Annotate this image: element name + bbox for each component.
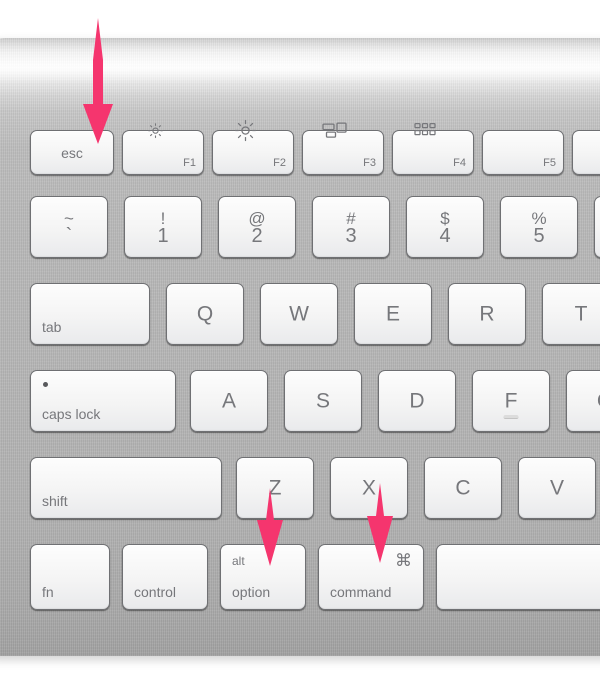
keyboard-chassis: esc F1 F2 F3 F4 F5 ~ ` ! 1 @ 2 # 3 $ 4 %… xyxy=(0,38,600,656)
key-4-lower: 4 xyxy=(439,225,451,247)
key-a-label: A xyxy=(221,389,236,413)
key-f6[interactable] xyxy=(572,130,600,175)
key-a[interactable]: A xyxy=(190,370,268,432)
key-q-label: Q xyxy=(196,302,214,326)
key-fn-label: fn xyxy=(42,584,54,600)
caps-lock-led-icon xyxy=(43,382,48,387)
key-shift[interactable]: shift xyxy=(30,457,222,519)
brightness-up-icon xyxy=(213,119,293,142)
key-z[interactable]: Z xyxy=(236,457,314,519)
key-z-label: Z xyxy=(268,476,282,500)
brightness-down-icon xyxy=(123,122,203,139)
key-1-lower: 1 xyxy=(157,225,169,247)
key-space[interactable] xyxy=(436,544,600,610)
key-caps-lock[interactable]: caps lock xyxy=(30,370,176,432)
key-f5-label: F5 xyxy=(543,157,556,169)
key-r[interactable]: R xyxy=(448,283,526,345)
keyboard-photo: esc F1 F2 F3 F4 F5 ~ ` ! 1 @ 2 # 3 $ 4 %… xyxy=(0,0,600,700)
key-c-label: C xyxy=(455,476,471,500)
key-option-label: option xyxy=(232,584,271,600)
key-f1-label: F1 xyxy=(183,157,196,169)
key-e[interactable]: E xyxy=(354,283,432,345)
home-row-bump-icon xyxy=(503,415,519,419)
key-4[interactable]: $ 4 xyxy=(406,196,484,258)
key-f4[interactable]: F4 xyxy=(392,123,474,175)
key-tab-label: tab xyxy=(42,319,62,335)
key-c[interactable]: C xyxy=(424,457,502,519)
key-f3[interactable]: F3 xyxy=(302,122,384,175)
key-f-label: F xyxy=(504,389,518,413)
key-command-label: command xyxy=(330,584,392,600)
key-caps-lock-label: caps lock xyxy=(42,406,101,422)
key-3[interactable]: # 3 xyxy=(312,196,390,258)
key-q[interactable]: Q xyxy=(166,283,244,345)
key-option-alt-label: alt xyxy=(232,554,245,568)
chassis-top-highlight xyxy=(0,38,600,96)
key-s-label: S xyxy=(315,389,330,413)
key-5-lower: 5 xyxy=(533,225,545,247)
key-r-label: R xyxy=(479,302,495,326)
key-w-label: W xyxy=(289,302,309,326)
key-fn[interactable]: fn xyxy=(30,544,110,610)
key-s[interactable]: S xyxy=(284,370,362,432)
key-x-label: X xyxy=(361,476,376,500)
key-5[interactable]: % 5 xyxy=(500,196,578,258)
key-tab[interactable]: tab xyxy=(30,283,150,345)
key-esc[interactable]: esc xyxy=(30,130,114,175)
key-g[interactable]: G xyxy=(566,370,600,432)
key-x[interactable]: X xyxy=(330,457,408,519)
key-backtick[interactable]: ~ ` xyxy=(30,196,108,258)
key-f3-label: F3 xyxy=(363,157,376,169)
key-d[interactable]: D xyxy=(378,370,456,432)
key-v[interactable]: V xyxy=(518,457,596,519)
mission-control-icon xyxy=(303,122,383,140)
key-v-label: V xyxy=(549,476,564,500)
key-command[interactable]: ⌘ command xyxy=(318,544,424,610)
key-f2[interactable]: F2 xyxy=(212,120,294,175)
key-control[interactable]: control xyxy=(122,544,208,610)
key-esc-label: esc xyxy=(61,144,83,161)
key-d-label: D xyxy=(409,389,425,413)
key-2-lower: 2 xyxy=(251,225,263,247)
key-f1[interactable]: F1 xyxy=(122,123,204,175)
key-f2-label: F2 xyxy=(273,157,286,169)
key-backtick-lower: ` xyxy=(65,225,73,247)
key-f5[interactable]: F5 xyxy=(482,130,564,175)
key-3-lower: 3 xyxy=(345,225,357,247)
key-option[interactable]: alt option xyxy=(220,544,306,610)
key-control-label: control xyxy=(134,584,177,600)
key-t-label: T xyxy=(574,302,588,326)
key-e-label: E xyxy=(385,302,400,326)
key-6[interactable] xyxy=(594,196,600,258)
key-f[interactable]: F xyxy=(472,370,550,432)
key-t[interactable]: T xyxy=(542,283,600,345)
key-2[interactable]: @ 2 xyxy=(218,196,296,258)
key-w[interactable]: W xyxy=(260,283,338,345)
launchpad-icon xyxy=(393,123,473,139)
key-f4-label: F4 xyxy=(453,157,466,169)
key-shift-label: shift xyxy=(42,493,68,509)
key-g-label: G xyxy=(567,391,600,412)
command-symbol-icon: ⌘ xyxy=(395,551,412,570)
key-1[interactable]: ! 1 xyxy=(124,196,202,258)
